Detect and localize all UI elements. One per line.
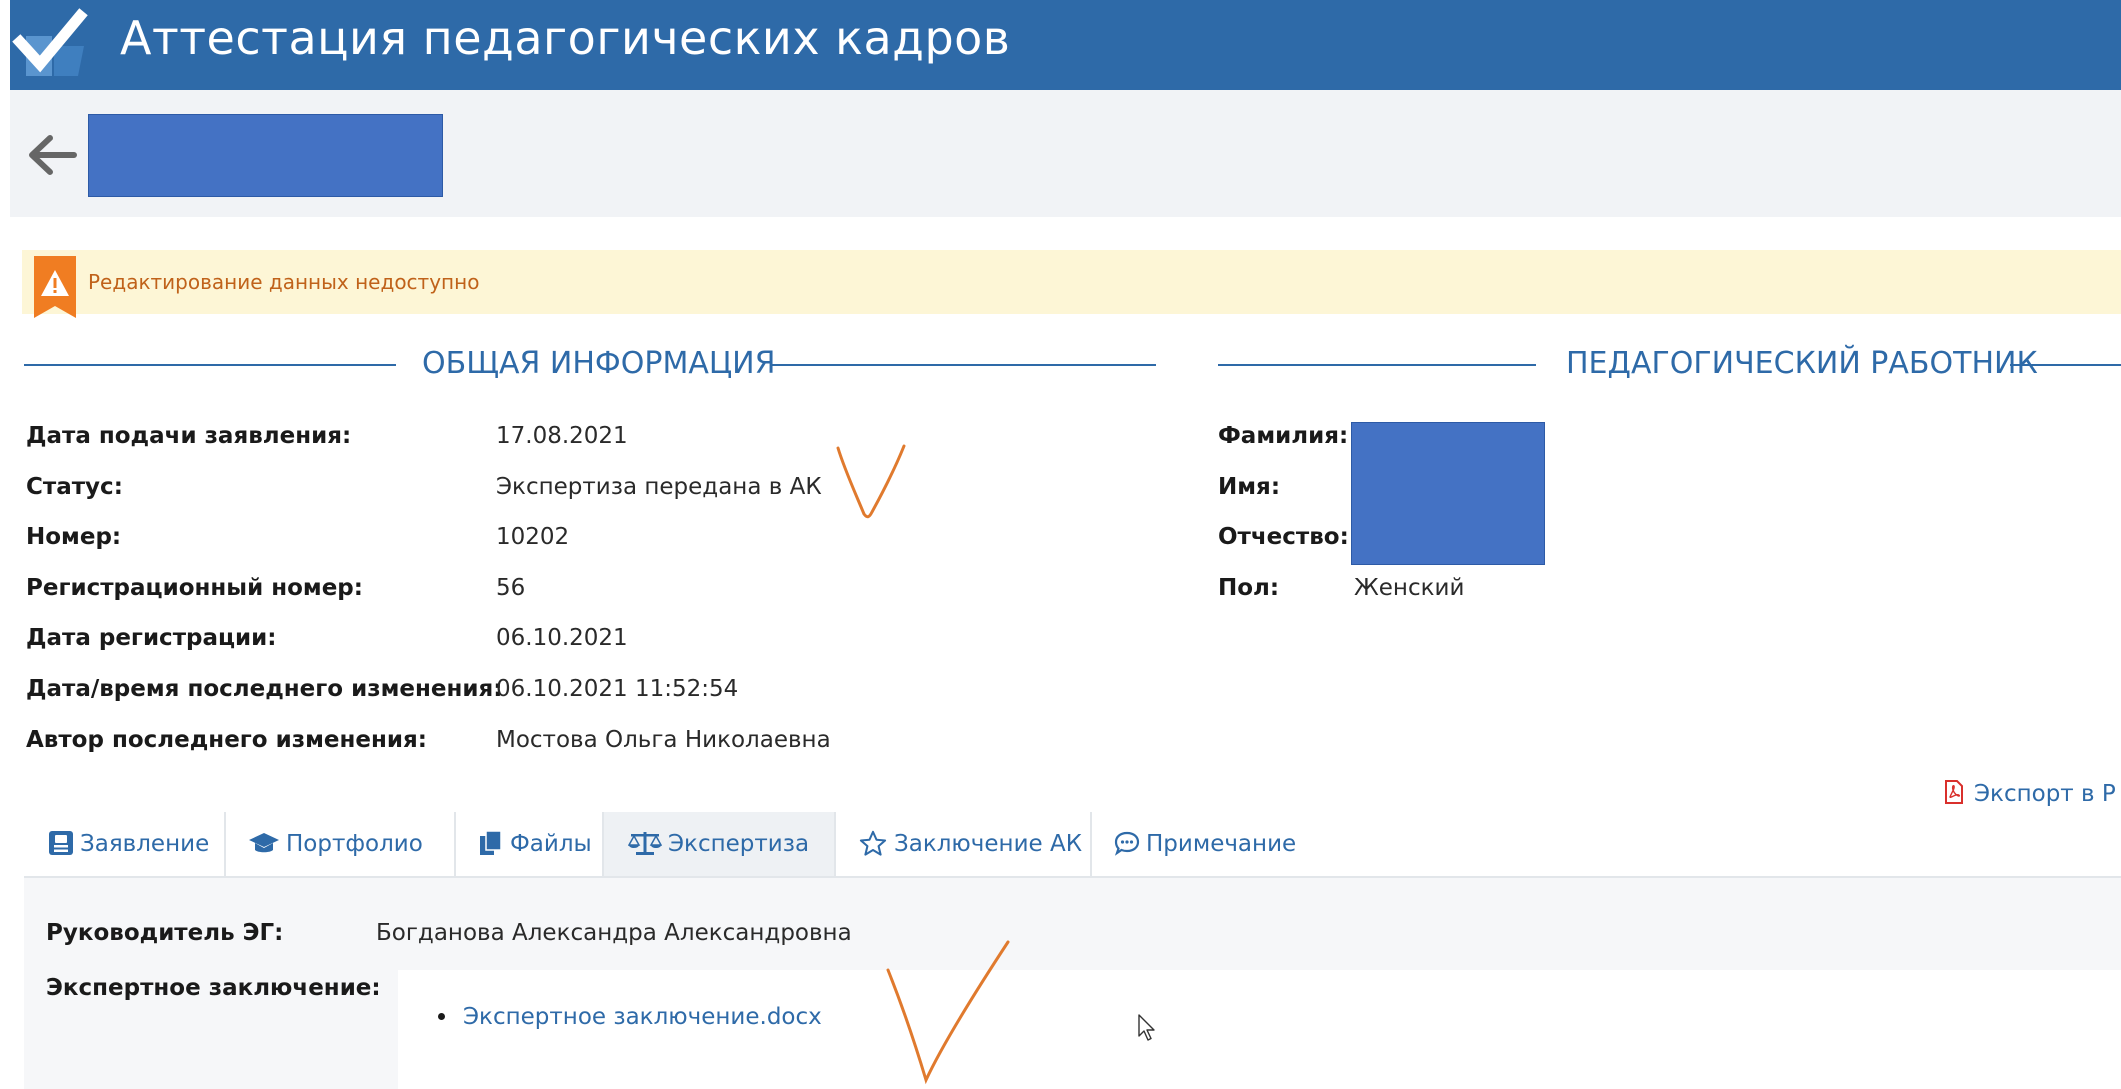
tab-bar: Заявление Портфолио Файлы Экспертиза Зак… xyxy=(24,812,2121,878)
files-icon xyxy=(480,830,502,855)
tab-expertise[interactable]: Экспертиза xyxy=(604,812,836,876)
conclusion-files: Экспертное заключение.docx xyxy=(398,970,2121,1089)
tab-conclusion-label: Заключение АК xyxy=(894,831,1083,857)
expertise-panel: Руководитель ЭГ: Богданова Александра Ал… xyxy=(24,878,2121,1089)
export-pdf-link[interactable]: Экспорт в Р xyxy=(1944,780,2116,807)
list-item[interactable]: Экспертное заключение.docx xyxy=(438,1004,822,1030)
submission-date-value: 17.08.2021 xyxy=(496,423,628,449)
scales-icon xyxy=(628,832,662,855)
warning-banner: Редактирование данных недоступно xyxy=(22,250,2121,318)
status-value: Экспертиза передана в АК xyxy=(496,474,822,500)
tab-application-label: Заявление xyxy=(80,831,210,857)
status-label: Статус: xyxy=(26,474,123,500)
section-divider xyxy=(1218,364,1536,366)
tab-files[interactable]: Файлы xyxy=(456,812,604,876)
tab-notes-label: Примечание xyxy=(1146,831,1297,857)
export-label: Экспорт в Р xyxy=(1974,781,2116,807)
section-divider xyxy=(2010,364,2121,366)
page-header xyxy=(10,90,2121,217)
annotation-check-mark xyxy=(836,444,906,519)
name-label: Имя: xyxy=(1218,474,1281,500)
registration-number-label: Регистрационный номер: xyxy=(26,575,363,601)
tab-conclusion[interactable]: Заключение АК xyxy=(836,812,1092,876)
arrow-left-icon[interactable] xyxy=(24,130,80,180)
registration-number-value: 56 xyxy=(496,575,526,601)
conclusion-label: Экспертное заключение: xyxy=(46,975,381,1001)
tab-notes[interactable]: Примечание xyxy=(1092,812,1312,876)
gender-label: Пол: xyxy=(1218,575,1280,601)
app-header: Аттестация педагогических кадров xyxy=(10,0,2121,90)
app-title: Аттестация педагогических кадров xyxy=(120,11,1011,65)
id-card-icon xyxy=(49,831,73,855)
worker-title: ПЕДАГОГИЧЕСКИЙ РАБОТНИК xyxy=(1566,346,2038,381)
comment-icon xyxy=(1114,831,1140,856)
last-modified-value: 06.10.2021 11:52:54 xyxy=(496,676,739,702)
tab-portfolio[interactable]: Портфолио xyxy=(226,812,456,876)
tab-expertise-label: Экспертиза xyxy=(668,831,810,857)
last-author-label: Автор последнего изменения: xyxy=(26,727,427,753)
last-author-value: Мостова Ольга Николаевна xyxy=(496,727,831,753)
general-info-title: ОБЩАЯ ИНФОРМАЦИЯ xyxy=(422,346,776,381)
submission-date-label: Дата подачи заявления: xyxy=(26,423,352,449)
number-value: 10202 xyxy=(496,524,570,550)
registration-date-label: Дата регистрации: xyxy=(26,625,277,651)
surname-label: Фамилия: xyxy=(1218,423,1349,449)
section-divider xyxy=(772,364,1156,366)
redacted-page-title xyxy=(88,114,443,197)
section-divider xyxy=(24,364,396,366)
star-icon xyxy=(859,830,887,856)
redacted-worker-name xyxy=(1351,422,1545,565)
patronymic-label: Отчество: xyxy=(1218,524,1349,550)
tab-application[interactable]: Заявление xyxy=(24,812,226,876)
group-head-label: Руководитель ЭГ: xyxy=(46,920,284,946)
conclusion-file-link[interactable]: Экспертное заключение.docx xyxy=(463,1004,822,1030)
checkmark-logo-icon xyxy=(10,6,98,84)
warning-triangle-icon xyxy=(34,256,76,318)
tab-portfolio-label: Портфолио xyxy=(286,831,423,857)
bullet xyxy=(438,1013,445,1020)
group-head-value: Богданова Александра Александровна xyxy=(376,920,852,946)
registration-date-value: 06.10.2021 xyxy=(496,625,628,651)
tab-files-label: Файлы xyxy=(510,831,592,857)
graduation-cap-icon xyxy=(249,833,279,853)
annotation-check-mark xyxy=(886,940,1010,1085)
number-label: Номер: xyxy=(26,524,122,550)
warning-text: Редактирование данных недоступно xyxy=(88,270,480,294)
mouse-cursor-icon xyxy=(1138,1014,1155,1041)
pdf-icon xyxy=(1945,780,1963,804)
last-modified-label: Дата/время последнего изменения: xyxy=(26,676,503,702)
gender-value: Женский xyxy=(1354,575,1465,601)
